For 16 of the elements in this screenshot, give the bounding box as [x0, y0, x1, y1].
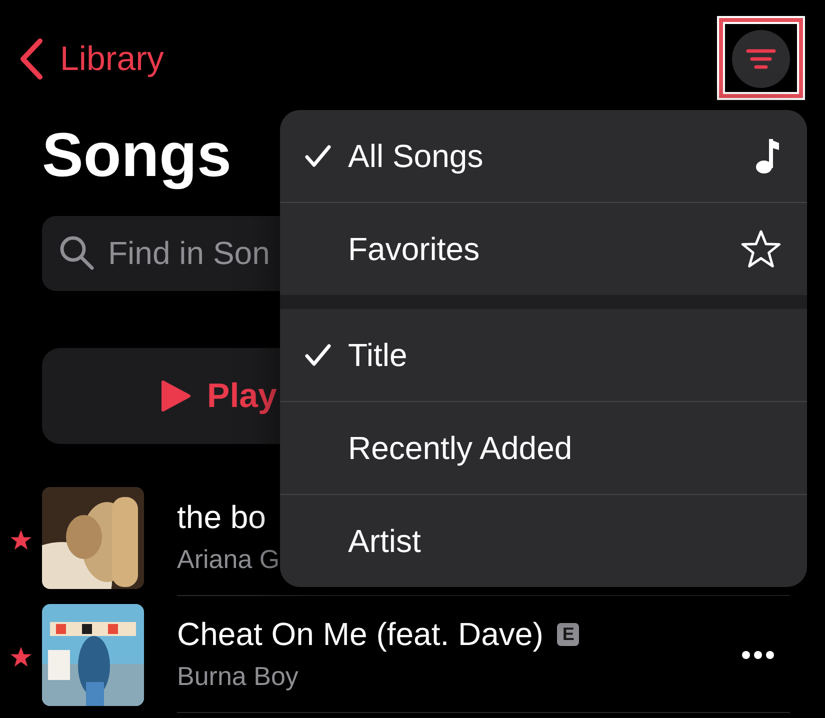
song-title: the bo [177, 499, 266, 536]
menu-item[interactable]: All Songs [280, 110, 807, 202]
explicit-badge: E [557, 623, 580, 646]
menu-item[interactable]: Artist [280, 494, 807, 587]
artist-name: Ariana G [177, 544, 281, 575]
artist-name: Burna Boy [177, 661, 300, 692]
ellipsis-icon [741, 650, 775, 660]
back-link[interactable]: Library [18, 38, 164, 80]
chevron-left-icon [18, 38, 44, 80]
play-icon [161, 380, 192, 412]
star-icon [741, 229, 781, 269]
menu-item[interactable]: Recently Added [280, 401, 807, 494]
song-title: Cheat On Me (feat. Dave) [177, 616, 544, 653]
music-note-icon [755, 137, 781, 175]
page-title: Songs [42, 120, 232, 192]
sort-icon [746, 48, 776, 70]
